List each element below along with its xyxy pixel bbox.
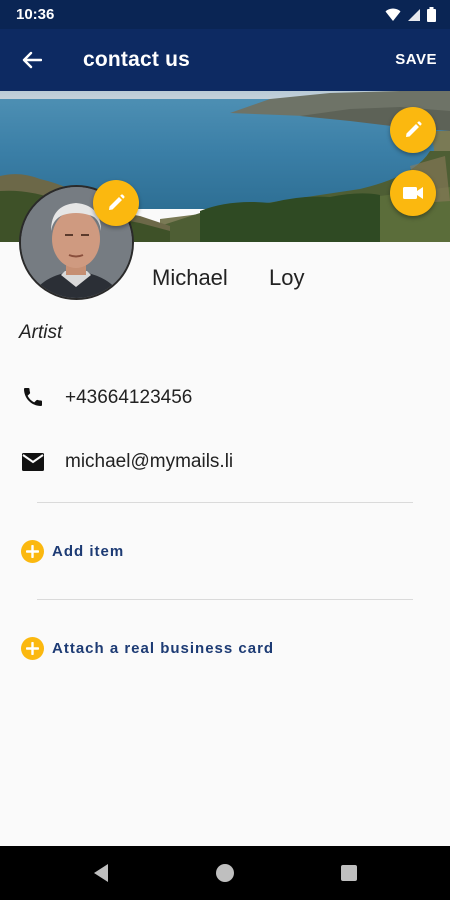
nav-home-icon — [216, 864, 234, 882]
battery-icon — [427, 7, 436, 22]
save-button[interactable]: SAVE — [395, 51, 437, 68]
wifi-icon — [385, 8, 401, 21]
nav-home-button[interactable] — [214, 862, 236, 884]
phone-icon — [20, 384, 46, 410]
status-icons — [385, 6, 436, 23]
mail-icon — [20, 449, 46, 475]
status-bar: 10:36 — [0, 0, 450, 29]
add-item-button[interactable]: Add item — [21, 540, 124, 563]
video-button[interactable] — [390, 170, 436, 216]
nav-back-icon — [94, 864, 108, 882]
edit-avatar-button[interactable] — [93, 180, 139, 226]
system-nav-bar — [0, 846, 450, 900]
pencil-icon — [406, 121, 422, 137]
first-name-field[interactable]: Michael — [152, 265, 228, 291]
add-item-label: Add item — [52, 543, 125, 560]
status-time: 10:36 — [16, 6, 55, 23]
attach-business-card-button[interactable]: Attach a real business card — [21, 637, 274, 660]
pencil-icon — [109, 194, 125, 210]
email-field[interactable]: michael@mymails.li — [65, 451, 233, 473]
nav-back-button[interactable] — [90, 862, 112, 884]
app-bar: contact us SAVE — [0, 29, 450, 91]
videocam-icon — [403, 187, 423, 199]
signal-icon — [408, 8, 420, 21]
edit-cover-button[interactable] — [390, 107, 436, 153]
divider — [37, 599, 413, 600]
arrow-back-icon — [22, 51, 42, 69]
last-name-field[interactable]: Loy — [269, 265, 304, 291]
back-button[interactable] — [14, 44, 50, 76]
nav-recents-icon — [341, 865, 357, 881]
phone-field[interactable]: +43664123456 — [65, 387, 192, 409]
plus-circle-icon — [21, 540, 44, 563]
nav-recents-button[interactable] — [338, 862, 360, 884]
job-title-field[interactable]: Artist — [19, 322, 62, 344]
plus-circle-icon — [21, 637, 44, 660]
page-title: contact us — [83, 48, 191, 71]
attach-business-card-label: Attach a real business card — [52, 640, 275, 657]
divider — [37, 502, 413, 503]
